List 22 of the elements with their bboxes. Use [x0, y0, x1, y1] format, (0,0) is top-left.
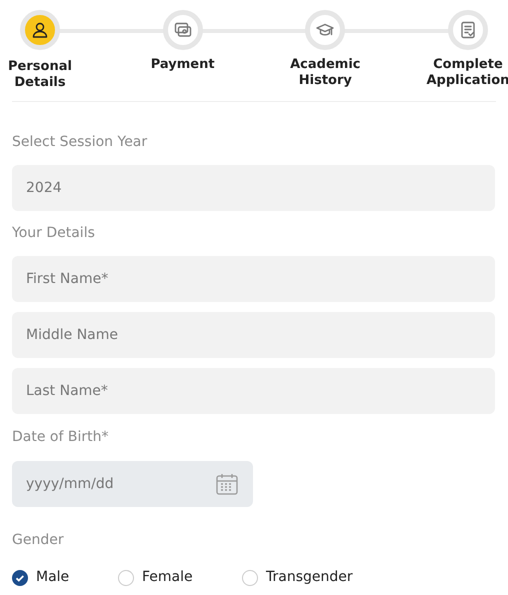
radio-option[interactable]: Male — [12, 567, 118, 588]
step-label: Complete Application — [426, 57, 508, 89]
session-year-select[interactable]: 2024 — [12, 165, 495, 211]
name-field[interactable]: First Name* — [12, 256, 495, 302]
field-label: Your Details — [12, 224, 96, 243]
field-label: Select Session Year — [12, 133, 148, 152]
radio-option[interactable]: Transgender — [242, 567, 353, 588]
name-field[interactable]: Last Name* — [12, 368, 495, 414]
calendar-icon — [215, 472, 239, 496]
user-icon — [30, 20, 50, 40]
step-label: Payment — [150, 57, 216, 73]
radio-option[interactable]: Female — [118, 567, 242, 588]
name-field[interactable]: Middle Name — [12, 312, 495, 358]
step-label: Academic History — [289, 57, 362, 89]
radio-circle[interactable] — [118, 570, 134, 586]
step-button[interactable] — [20, 10, 60, 50]
date-field[interactable]: yyyy/mm/dd — [12, 461, 253, 507]
field-label: Date of Birth* — [12, 428, 110, 447]
radio-circle[interactable] — [242, 570, 258, 586]
radio-circle[interactable] — [12, 570, 28, 586]
field-label: Gender — [12, 531, 65, 550]
step-label: Personal Details — [7, 59, 73, 91]
